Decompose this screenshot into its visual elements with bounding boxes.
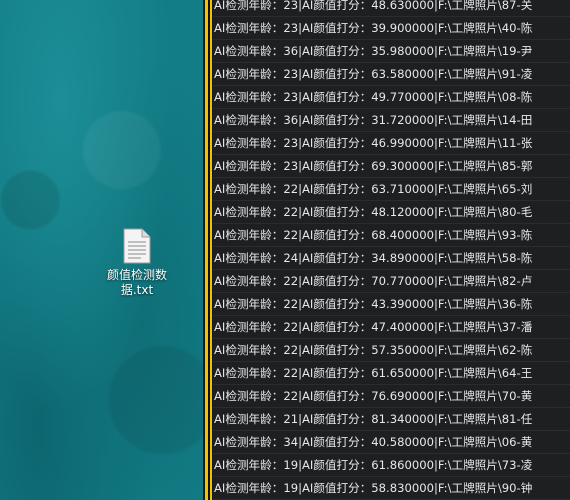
console-line: AI检测年龄：23|AI颜值打分：48.630000|F:\工牌照片\87-关 (213, 0, 570, 17)
console-line: AI检测年龄：23|AI颜值打分：69.300000|F:\工牌照片\85-郭 (213, 155, 570, 178)
console-line: AI检测年龄：34|AI颜值打分：40.580000|F:\工牌照片\06-黄 (213, 431, 570, 454)
desktop-file-item[interactable]: 颜值检测数据.txt (100, 228, 174, 298)
desktop-wallpaper: 颜值检测数据.txt (0, 0, 203, 500)
console-line: AI检测年龄：22|AI颜值打分：47.400000|F:\工牌照片\37-潘 (213, 316, 570, 339)
console-line: AI检测年龄：22|AI颜值打分：43.390000|F:\工牌照片\36-陈 (213, 293, 570, 316)
console-line: AI检测年龄：22|AI颜值打分：48.120000|F:\工牌照片\80-毛 (213, 201, 570, 224)
console-line: AI检测年龄：24|AI颜值打分：34.890000|F:\工牌照片\58-陈 (213, 247, 570, 270)
text-file-icon (123, 228, 151, 264)
console-line: AI检测年龄：23|AI颜值打分：63.580000|F:\工牌照片\91-凌 (213, 63, 570, 86)
console-line: AI检测年龄：23|AI颜值打分：46.990000|F:\工牌照片\11-张 (213, 132, 570, 155)
console-line: AI检测年龄：19|AI颜值打分：61.860000|F:\工牌照片\73-凌 (213, 454, 570, 477)
console-line: AI检测年龄：23|AI颜值打分：39.900000|F:\工牌照片\40-陈 (213, 17, 570, 40)
console-line: AI检测年龄：21|AI颜值打分：81.340000|F:\工牌照片\81-任 (213, 408, 570, 431)
console-line: AI检测年龄：19|AI颜值打分：58.830000|F:\工牌照片\90-钟 (213, 477, 570, 500)
window-border (203, 0, 213, 500)
console-output[interactable]: AI检测年龄：23|AI颜值打分：48.630000|F:\工牌照片\87-关 A… (213, 0, 570, 500)
console-line: AI检测年龄：22|AI颜值打分：68.400000|F:\工牌照片\93-陈 (213, 224, 570, 247)
console-line: AI检测年龄：22|AI颜值打分：63.710000|F:\工牌照片\65-刘 (213, 178, 570, 201)
console-line: AI检测年龄：22|AI颜值打分：70.770000|F:\工牌照片\82-卢 (213, 270, 570, 293)
console-line: AI检测年龄：36|AI颜值打分：31.720000|F:\工牌照片\14-田 (213, 109, 570, 132)
console-line: AI检测年龄：22|AI颜值打分：57.350000|F:\工牌照片\62-陈 (213, 339, 570, 362)
console-line: AI检测年龄：36|AI颜值打分：35.980000|F:\工牌照片\19-尹 (213, 40, 570, 63)
console-line: AI检测年龄：22|AI颜值打分：76.690000|F:\工牌照片\70-黄 (213, 385, 570, 408)
file-name-label: 颜值检测数据.txt (106, 268, 167, 297)
console-line: AI检测年龄：23|AI颜值打分：49.770000|F:\工牌照片\08-陈 (213, 86, 570, 109)
console-line: AI检测年龄：22|AI颜值打分：61.650000|F:\工牌照片\64-王 (213, 362, 570, 385)
